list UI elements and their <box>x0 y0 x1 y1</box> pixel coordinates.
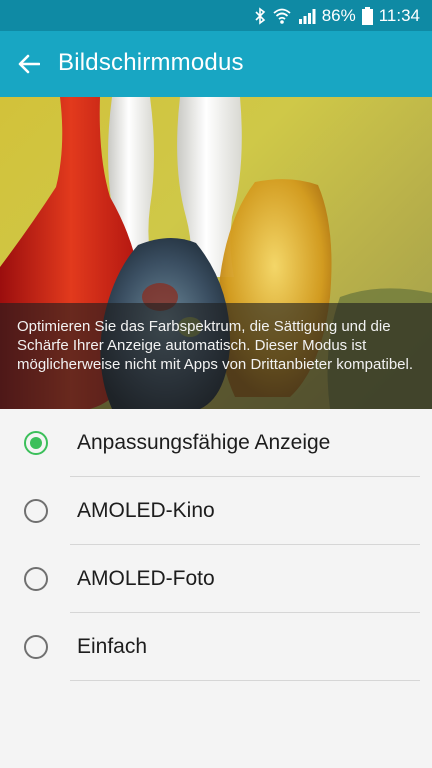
mode-description: Optimieren Sie das Farbspektrum, die Sät… <box>17 318 414 373</box>
radio-button[interactable] <box>24 499 48 523</box>
radio-dot <box>30 437 42 449</box>
option-label: AMOLED-Kino <box>77 499 215 522</box>
bluetooth-icon <box>254 7 266 25</box>
signal-icon <box>298 8 316 24</box>
screen-mode-options: Anpassungsfähige Anzeige AMOLED-Kino AMO… <box>0 409 432 681</box>
option-basic[interactable]: Einfach <box>0 613 432 681</box>
app-bar: Bildschirmmodus <box>0 31 432 97</box>
option-amoled-photo[interactable]: AMOLED-Foto <box>0 545 432 613</box>
battery-icon <box>361 7 373 25</box>
option-amoled-cinema[interactable]: AMOLED-Kino <box>0 477 432 545</box>
page-title: Bildschirmmodus <box>58 49 244 76</box>
clock: 11:34 <box>378 6 420 25</box>
status-bar: 86% 11:34 <box>0 0 432 31</box>
caption-overlay: Optimieren Sie das Farbspektrum, die Sät… <box>0 303 432 409</box>
arrow-left-icon <box>18 54 40 74</box>
option-label: Anpassungsfähige Anzeige <box>77 431 331 454</box>
status-icons: 86% 11:34 <box>254 5 420 27</box>
divider <box>70 680 420 681</box>
battery-percent: 86% <box>321 6 356 25</box>
screen-mode-preview-image: Optimieren Sie das Farbspektrum, die Sät… <box>0 97 432 409</box>
radio-button[interactable] <box>24 635 48 659</box>
option-label: AMOLED-Foto <box>77 567 215 590</box>
option-label: Einfach <box>77 635 148 658</box>
option-adaptive-display[interactable]: Anpassungsfähige Anzeige <box>0 409 432 477</box>
back-button[interactable] <box>16 51 42 77</box>
radio-button[interactable] <box>24 567 48 591</box>
radio-button-selected[interactable] <box>24 431 48 455</box>
wifi-icon <box>272 7 292 25</box>
